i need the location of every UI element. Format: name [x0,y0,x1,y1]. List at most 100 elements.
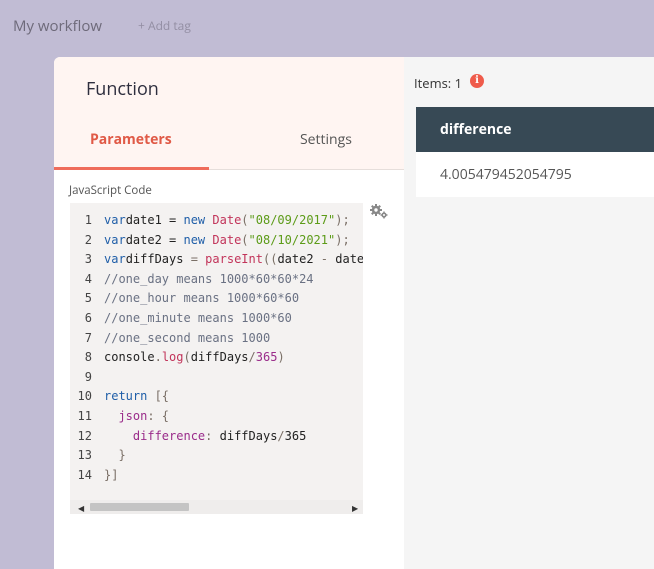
code-token: difference [104,428,206,443]
code-token: ( [241,232,249,247]
code-token: //one_hour means 1000*60*60 [104,291,300,306]
line-number: 5 [84,291,92,306]
code-lines[interactable]: 1 vardate1 = new Date("08/09/2017"); 2 vard… [70,211,363,485]
scrollbar-thumb[interactable] [90,503,189,511]
line-number: 14 [77,467,92,482]
line-number: 4 [84,271,92,286]
line-number: 13 [77,448,92,463]
output-table: difference 4.005479452054795 [416,107,654,197]
code-text[interactable]: console.log(diffDays/365) [104,348,285,368]
code-line[interactable]: 8 console.log(diffDays/365) [70,348,363,368]
line-number: 10 [77,389,92,404]
code-token: "08/09/2017" [248,213,336,227]
top-bar: My workflow + Add tag [0,0,654,50]
node-parameters-panel: Function Parameters Settings JavaScript … [54,57,404,569]
code-line[interactable]: 14}] [70,466,363,486]
code-line[interactable]: 12 difference: diffDays/365 [70,427,363,447]
code-token: "08/10/2021" [248,232,336,247]
scroll-left-arrow-icon[interactable]: ◀ [78,503,84,514]
code-text[interactable]: return [{ [104,387,169,407]
line-number: 6 [84,310,92,325]
code-line[interactable]: 6 //one_minute means 1000*60 [70,309,363,329]
node-title[interactable]: Function [86,77,159,101]
tab-settings[interactable]: Settings [300,130,352,149]
code-line[interactable]: 10 return [{ [70,387,363,407]
line-number: 3 [84,252,92,267]
code-token: console [104,350,155,365]
code-line[interactable]: 4 //one_day means 1000*60*60*24 [70,270,363,290]
output-panel: Items: 1 i difference 4.005479452054795 [404,57,654,569]
code-text[interactable]: json: { [104,407,169,427]
code-text[interactable]: vardate2 = new Date("08/10/2021"); [104,231,350,251]
add-tag-button[interactable]: + Add tag [138,17,191,34]
code-text[interactable]: vardiffDays = parseInt((date2 - date1 [104,250,363,270]
code-token: = [190,252,198,267]
code-token: ( [241,213,249,227]
code-token: return [104,389,148,404]
code-token: [{ [147,389,170,404]
code-editor[interactable]: 1 vardate1 = new Date("08/09/2017"); 2 vard… [70,203,363,514]
code-token: } [104,448,126,463]
code-token: log [161,350,184,365]
scroll-right-arrow-icon[interactable]: ▶ [352,503,358,514]
code-line[interactable]: 3 vardiffDays = parseInt((date2 - date1 [70,250,363,270]
code-text[interactable]: }] [104,466,118,486]
code-token: 365 [255,350,278,365]
code-text[interactable]: //one_hour means 1000*60*60 [104,289,299,309]
code-token: new [183,213,206,227]
code-token: / [248,350,256,365]
table-header-difference: difference [416,107,654,152]
code-token: ) [277,350,285,365]
code-token: var [104,252,126,267]
info-icon[interactable]: i [470,74,484,88]
line-number: 8 [84,350,92,365]
tab-divider [209,169,404,170]
code-token: . [154,350,162,365]
code-token: date1 = [125,213,184,227]
tab-parameters[interactable]: Parameters [90,130,172,149]
code-token: }] [104,467,119,482]
line-number: 11 [77,408,92,423]
code-text[interactable]: //one_day means 1000*60*60*24 [104,270,314,290]
code-token: ); [335,213,350,227]
line-number: 9 [84,369,92,384]
code-line[interactable]: 1 vardate1 = new Date("08/09/2017"); [70,211,363,231]
code-text[interactable]: difference: diffDays/365 [104,427,306,447]
code-token: date1 [335,252,363,267]
code-token: / [277,428,285,443]
code-token: //one_day means 1000*60*60*24 [104,271,314,286]
code-text[interactable]: } [104,446,126,466]
line-number: 7 [84,330,92,345]
code-token: - [320,252,329,267]
horizontal-scrollbar[interactable]: ◀ ▶ [70,500,363,514]
code-token: Date [205,213,242,227]
code-token: new [183,232,206,247]
code-text[interactable]: //one_minute means 1000*60 [104,309,292,329]
workflow-name[interactable]: My workflow [13,16,102,36]
table-cell: 4.005479452054795 [416,152,654,197]
items-count: Items: 1 [414,74,463,92]
code-text[interactable]: //one_second means 1000 [104,329,270,349]
code-line[interactable]: 5 //one_hour means 1000*60*60 [70,289,363,309]
panel-header: Function Parameters Settings [54,57,404,170]
line-number: 2 [84,232,92,247]
code-token: var [104,232,126,247]
code-token: : { [147,408,170,423]
code-token: Date [205,232,242,247]
code-token: diffDays [125,252,191,267]
code-token: //one_second means 1000 [104,330,271,345]
code-line[interactable]: 9 [70,368,363,388]
code-token: 365 [284,428,307,443]
code-line[interactable]: 11 json: { [70,407,363,427]
code-token: date2 = [125,232,184,247]
code-token: json [104,408,148,423]
code-line[interactable]: 13 } [70,446,363,466]
code-text[interactable]: vardate1 = new Date("08/09/2017"); [104,211,350,231]
code-token: //one_minute means 1000*60 [104,310,292,325]
code-line[interactable]: 2 vardate2 = new Date("08/10/2021"); [70,231,363,251]
code-token: diffDays [212,428,278,443]
code-line[interactable]: 7 //one_second means 1000 [70,329,363,349]
code-token: date2 [277,252,321,267]
code-token: diffDays [190,350,249,365]
gears-icon[interactable] [369,201,389,221]
